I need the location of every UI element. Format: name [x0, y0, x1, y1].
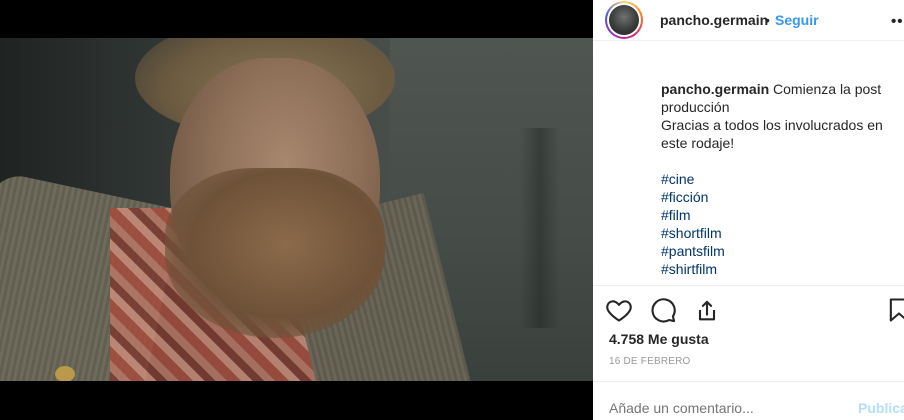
actions-divider	[593, 285, 904, 286]
avatar[interactable]	[605, 1, 643, 39]
more-options-icon[interactable]: ••	[891, 13, 904, 30]
avatar-image	[609, 5, 639, 35]
post-date[interactable]: 16 DE FEBRERO	[609, 356, 691, 367]
avatar-ring	[607, 3, 641, 37]
post-photo[interactable]	[0, 38, 593, 381]
header-username[interactable]: pancho.germain	[660, 12, 768, 28]
share-icon[interactable]	[693, 296, 721, 324]
caption-username[interactable]: pancho.germain	[661, 81, 769, 97]
hashtag-link[interactable]: #ficción	[661, 188, 897, 206]
header-divider	[593, 40, 904, 41]
background-door	[520, 128, 560, 328]
post-sidebar: pancho.germain • Seguir •• pancho.germai…	[593, 0, 904, 420]
hashtag-link[interactable]: #pantsfilm	[661, 242, 897, 260]
hashtag-link[interactable]: #film	[661, 206, 897, 224]
heart-icon[interactable]	[605, 296, 633, 324]
likes-count[interactable]: 4.758 Me gusta	[609, 331, 709, 347]
header-separator: •	[765, 12, 770, 28]
cardigan-button	[55, 366, 75, 381]
comment-input[interactable]	[609, 400, 829, 416]
caption-gap	[661, 152, 897, 170]
caption-line-1: pancho.germain Comienza la post producci…	[661, 80, 897, 116]
beard	[165, 168, 385, 338]
caption-text-2: Gracias a todos los involucrados en este…	[661, 117, 883, 151]
hashtag-link[interactable]: #cine	[661, 170, 897, 188]
comment-divider	[593, 381, 904, 382]
publish-button[interactable]: Publica	[858, 400, 904, 416]
post-header: pancho.germain • Seguir ••	[593, 0, 904, 40]
follow-button[interactable]: Seguir	[775, 12, 819, 28]
hashtag-link[interactable]: #shortfilm	[661, 224, 897, 242]
bookmark-icon[interactable]	[885, 296, 904, 324]
comment-icon[interactable]	[649, 296, 677, 324]
post-media[interactable]	[0, 0, 593, 420]
caption: pancho.germain Comienza la post producci…	[661, 80, 897, 285]
hashtag-link[interactable]: #shirtfilm	[661, 260, 897, 278]
